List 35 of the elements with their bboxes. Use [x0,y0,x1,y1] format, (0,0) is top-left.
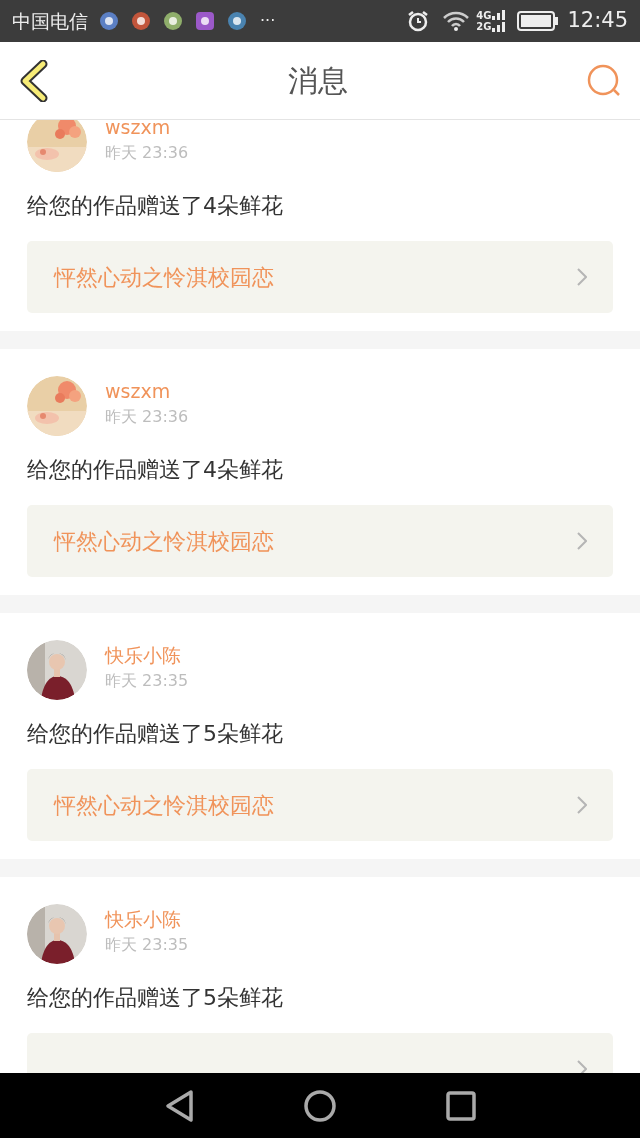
back-button[interactable] [18,58,50,103]
page-title: 消息 [288,62,348,100]
home-icon[interactable] [304,1089,336,1122]
chevron-right-icon [577,1060,587,1073]
battery-icon [517,10,560,32]
message-text: 给您的作品赠送了4朵鲜花 [27,192,284,220]
network-type: 4G [476,10,492,21]
search-icon [587,63,621,98]
message-time: 昨天 23:35 [105,934,189,956]
user-name[interactable]: 快乐小陈 [105,906,189,932]
notification-icon [194,10,216,32]
chevron-right-icon [577,268,587,286]
user-name[interactable]: wszxm [105,120,189,140]
user-name[interactable]: wszxm [105,378,189,404]
chevron-right-icon [577,796,587,814]
work-link[interactable]: 怦然心动之怜淇校园恋 [27,505,613,577]
back-icon [18,59,48,102]
message-time: 昨天 23:35 [105,670,189,692]
network-type: 2G [476,21,492,32]
chevron-right-icon [577,532,587,550]
back-icon[interactable] [164,1088,194,1123]
message-text: 给您的作品赠送了5朵鲜花 [27,984,284,1012]
recents-icon[interactable] [446,1090,476,1121]
message-time: 昨天 23:36 [105,142,189,164]
message-text: 给您的作品赠送了4朵鲜花 [27,456,284,484]
message-text: 给您的作品赠送了5朵鲜花 [27,720,284,748]
message-time: 昨天 23:36 [105,406,189,428]
work-link[interactable]: 怦然心动之怜淇校园恋 [27,241,613,313]
wifi-icon [442,10,471,32]
user-name[interactable]: 快乐小陈 [105,642,189,668]
signal-icon [491,9,508,33]
more-notifications: ··· [260,10,276,32]
carrier-name: 中国电信 [12,8,88,34]
work-link[interactable]: 怦然心动之怜淇校园恋 [27,769,613,841]
clock: 12:45 [567,7,628,35]
